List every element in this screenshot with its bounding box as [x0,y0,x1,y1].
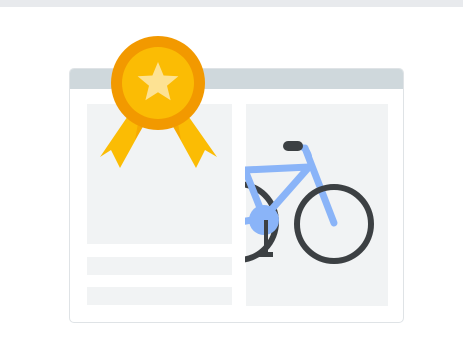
image-placeholder [87,104,232,244]
product-image-panel [246,104,388,306]
top-divider [0,0,463,7]
text-line-placeholder [87,287,232,305]
award-product-illustration [0,0,463,363]
text-line-placeholder [87,257,232,275]
window-titlebar [70,69,403,89]
browser-window-mockup [69,68,404,323]
